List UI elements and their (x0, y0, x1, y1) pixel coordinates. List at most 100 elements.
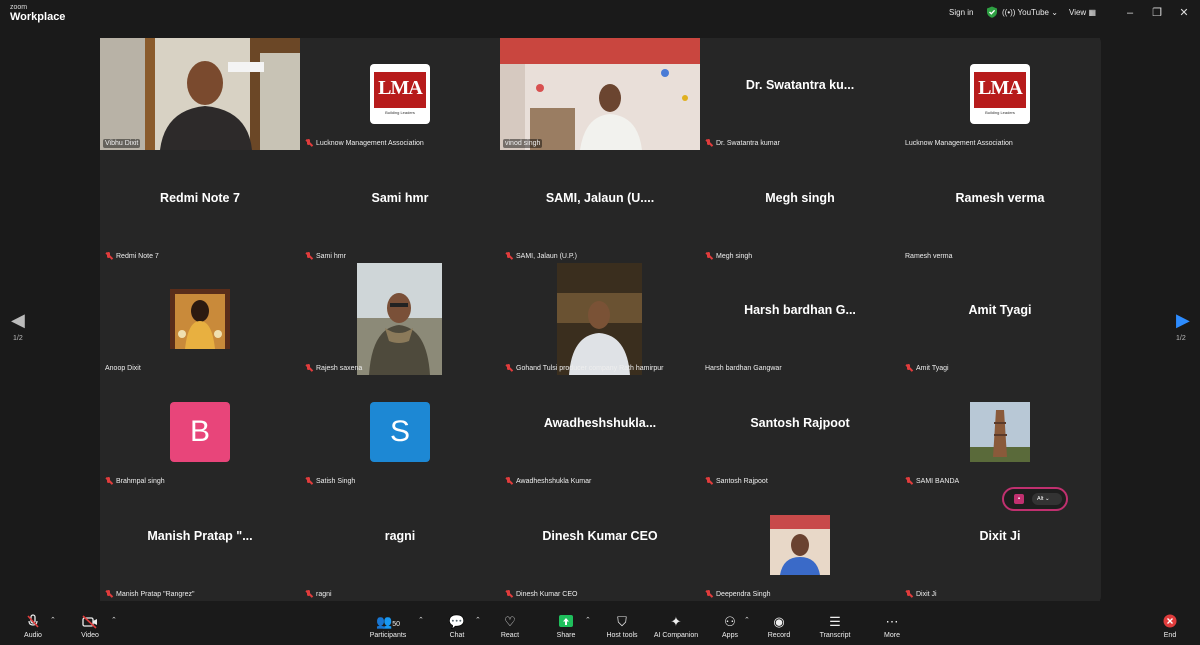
more-button[interactable]: ⋯ More (862, 614, 922, 639)
record-button[interactable]: ◉ Record (749, 614, 809, 639)
mic-muted-icon (505, 590, 513, 598)
mic-muted-icon (505, 364, 513, 372)
react-button[interactable]: ♡ React (480, 614, 540, 639)
participant-label: Manish Pratap "Rangrez" (103, 589, 197, 599)
participant-tile[interactable]: B Brahmpal singh (100, 376, 300, 488)
participant-label: Megh singh (703, 251, 754, 261)
avatar (770, 515, 830, 575)
transcript-button[interactable]: ☰ Transcript (805, 614, 865, 639)
participant-label: Gohand Tulsi producer company Rath hamir… (503, 363, 665, 373)
participant-tile[interactable]: ragni ragni (300, 489, 500, 601)
participant-display-name: Megh singh (765, 191, 835, 205)
host-tools-button[interactable]: ⛉ Host tools (592, 614, 652, 639)
restore-icon[interactable]: ❐ (1149, 6, 1165, 20)
participant-tile[interactable]: Dr. Swatantra ku... Dr. Swatantra kumar (700, 38, 900, 150)
participant-tile[interactable]: Gohand Tulsi producer company Rath hamir… (500, 263, 700, 375)
participant-display-name: Manish Pratap "... (147, 529, 253, 543)
view-label: View (1069, 8, 1087, 17)
participant-tile[interactable]: Santosh Rajpoot Santosh Rajpoot (700, 376, 900, 488)
participant-label: Anoop Dixit (105, 365, 141, 372)
participant-label: Vibhu Dixit (103, 139, 141, 148)
participant-tile[interactable]: Megh singh Megh singh (700, 151, 900, 263)
participant-display-name: Dr. Swatantra ku... (745, 78, 855, 92)
participant-label: Amit Tyagi (903, 363, 951, 373)
mic-muted-icon (105, 590, 113, 598)
shield-check-icon[interactable] (986, 6, 998, 20)
record-icon: ◉ (773, 614, 785, 629)
minimize-icon[interactable]: – (1122, 6, 1138, 20)
mic-muted-icon (305, 139, 313, 147)
participant-label: Brahmpal singh (103, 476, 167, 486)
participant-label: SAMI BANDA (903, 476, 961, 486)
mic-muted-icon (905, 364, 913, 372)
participant-label: Redmi Note 7 (103, 251, 161, 261)
participant-label: Deependra Singh (703, 589, 773, 599)
gallery-view: Vibhu Dixit LMA Building Leaders Lucknow… (100, 38, 1101, 601)
participant-tile[interactable]: Awadheshshukla... Awadheshshukla Kumar (500, 376, 700, 488)
mic-muted-icon (105, 252, 113, 260)
previous-page-icon[interactable]: ◀ (11, 310, 25, 331)
participant-tile[interactable]: Sami hmr Sami hmr (300, 151, 500, 263)
participant-tile[interactable]: SAMI, Jalaun (U.... SAMI, Jalaun (U.P.) (500, 151, 700, 263)
transcript-icon: ☰ (829, 614, 841, 629)
participant-tile[interactable]: Redmi Note 7 Redmi Note 7 (100, 151, 300, 263)
youtube-stream-button[interactable]: ((•)) YouTube ⌄ (1002, 8, 1058, 17)
meeting-controls: Audio ⌃ Video ⌃ 👥50 Participants ⌃ 💬 Cha… (0, 608, 1200, 645)
view-button[interactable]: View ▦ (1069, 8, 1096, 17)
participant-display-name: Sami hmr (371, 191, 429, 205)
participant-tile[interactable]: SAMI BANDA (900, 376, 1100, 488)
youtube-label: YouTube (1017, 8, 1049, 17)
mic-muted-icon (305, 590, 313, 598)
audio-options-caret[interactable]: ⌃ (50, 616, 56, 624)
avatar-initial: S (370, 402, 430, 462)
participant-tile[interactable]: vinod singh (500, 38, 700, 150)
close-icon[interactable]: ✕ (1176, 6, 1192, 20)
participant-display-name: Ramesh verma (955, 191, 1045, 205)
video-options-caret[interactable]: ⌃ (111, 616, 117, 624)
ai-companion-button[interactable]: ✦ AI Companion (646, 614, 706, 639)
participant-tile[interactable]: Dixit Ji Dixit Ji (900, 489, 1100, 601)
logo-text: LMA (978, 77, 1023, 99)
participant-label: Satish Singh (303, 476, 357, 486)
participant-tile[interactable]: LMA Building Leaders Lucknow Management … (300, 38, 500, 150)
floating-reaction-pill[interactable]: ▪ Alt ⌄ (1002, 487, 1068, 511)
lma-logo: LMA Building Leaders (970, 64, 1030, 124)
participants-options-caret[interactable]: ⌃ (418, 616, 424, 624)
mic-muted-icon (505, 252, 513, 260)
participant-label: Harsh bardhan Gangwar (705, 365, 782, 372)
next-page-icon[interactable]: ▶ (1176, 310, 1190, 331)
participant-tile[interactable]: Dinesh Kumar CEO Dinesh Kumar CEO (500, 489, 700, 601)
participant-tile[interactable]: Harsh bardhan G... Harsh bardhan Gangwar (700, 263, 900, 375)
participant-tile[interactable]: Rajesh saxena (300, 263, 500, 375)
participants-button[interactable]: 👥50 Participants (358, 614, 418, 639)
mic-muted-icon (305, 252, 313, 260)
avatar-initial: B (170, 402, 230, 462)
participant-label: Dr. Swatantra kumar (703, 138, 782, 148)
avatar (170, 289, 230, 349)
participant-display-name: Awadheshshukla... (543, 416, 657, 430)
participant-label: Santosh Rajpoot (703, 476, 770, 486)
sparkle-icon: ✦ (670, 614, 682, 629)
heart-icon: ♡ (504, 614, 516, 629)
participant-tile[interactable]: Vibhu Dixit (100, 38, 300, 150)
participant-display-name: Redmi Note 7 (160, 191, 240, 205)
share-options-caret[interactable]: ⌃ (585, 616, 591, 624)
chevron-down-icon: ⌄ (1051, 8, 1058, 17)
sign-in-link[interactable]: Sign in (949, 8, 973, 17)
participant-display-name: ragni (384, 529, 416, 543)
participant-tile[interactable]: Amit Tyagi Amit Tyagi (900, 263, 1100, 375)
end-meeting-button[interactable]: End (1140, 614, 1200, 639)
participant-tile[interactable]: Anoop Dixit (100, 263, 300, 375)
participant-tile[interactable]: Ramesh verma Ramesh verma (900, 151, 1100, 263)
participant-label: Ramesh verma (905, 253, 953, 260)
participant-tile[interactable]: Deependra Singh (700, 489, 900, 601)
alt-button[interactable]: Alt ⌄ (1032, 493, 1062, 505)
participant-tile[interactable]: Manish Pratap "... Manish Pratap "Rangre… (100, 489, 300, 601)
end-icon (1140, 614, 1200, 629)
participant-display-name: Santosh Rajpoot (750, 416, 850, 430)
participant-tile[interactable]: LMA Building Leaders Lucknow Management … (900, 38, 1100, 150)
grid-icon: ▦ (1088, 8, 1096, 17)
participant-label: Dinesh Kumar CEO (503, 589, 579, 599)
participant-label: Rajesh saxena (303, 363, 364, 373)
participant-tile[interactable]: S Satish Singh (300, 376, 500, 488)
